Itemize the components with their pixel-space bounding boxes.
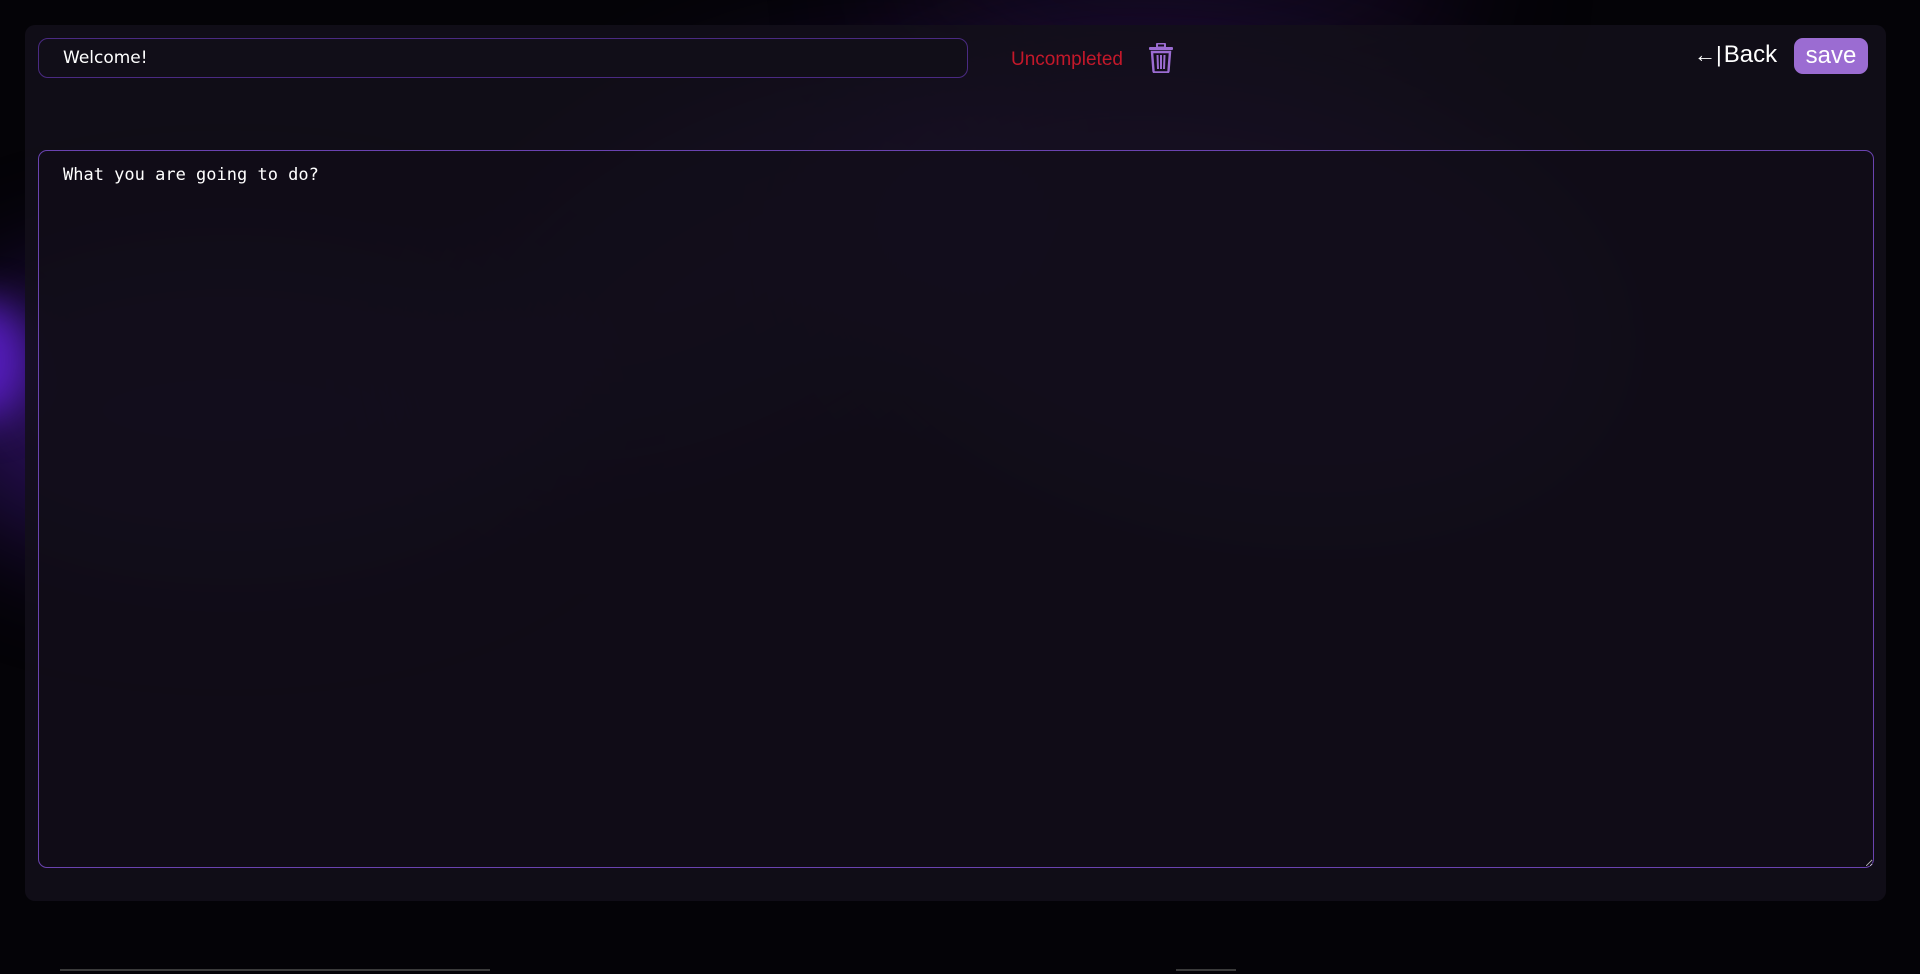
task-editor-panel: Uncompleted ←| Back save What you are go… xyxy=(25,25,1886,901)
back-button[interactable]: ←| Back xyxy=(1694,41,1777,69)
bottom-divider xyxy=(1176,969,1236,971)
trash-icon[interactable] xyxy=(1148,42,1174,74)
status-label: Uncompleted xyxy=(1011,49,1123,70)
save-button[interactable]: save xyxy=(1794,38,1868,74)
bottom-divider xyxy=(60,969,490,971)
task-body-textarea[interactable]: What you are going to do? xyxy=(38,150,1874,868)
task-title-input[interactable] xyxy=(38,38,968,78)
back-label: Back xyxy=(1723,41,1778,68)
back-arrow-icon: ←| xyxy=(1694,42,1722,67)
